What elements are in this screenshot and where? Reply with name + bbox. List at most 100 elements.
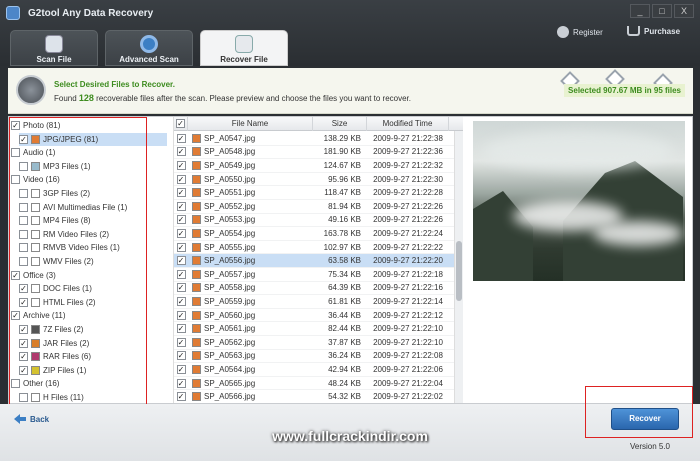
row-checkbox[interactable]: ✓ — [176, 269, 186, 279]
back-button[interactable]: Back — [14, 414, 49, 424]
tree-checkbox[interactable]: ✓ — [19, 338, 28, 348]
tree-checkbox[interactable] — [11, 148, 20, 158]
row-checkbox[interactable]: ✓ — [176, 147, 186, 157]
tree-checkbox[interactable] — [19, 393, 28, 402]
tree-category[interactable]: ✓ Archive (11) — [11, 309, 167, 322]
tree-category[interactable]: Audio (1) — [11, 146, 167, 159]
tab-scan-file[interactable]: Scan File — [10, 30, 98, 66]
tree-checkbox[interactable]: ✓ — [19, 365, 28, 375]
table-row[interactable]: ✓ SP_A0560.jpg 36.44 KB 2009-9-27 21:22:12 — [174, 309, 454, 323]
minimize-button[interactable]: _ — [630, 4, 650, 18]
table-row[interactable]: ✓ SP_A0547.jpg 138.29 KB 2009-9-27 21:22:38 — [174, 132, 454, 146]
table-row[interactable]: ✓ SP_A0562.jpg 37.87 KB 2009-9-27 21:22:10 — [174, 336, 454, 350]
table-row[interactable]: ✓ SP_A0555.jpg 102.97 KB 2009-9-27 21:22:22 — [174, 241, 454, 255]
row-checkbox[interactable]: ✓ — [176, 242, 186, 252]
tree-checkbox[interactable] — [19, 189, 28, 198]
row-checkbox[interactable]: ✓ — [176, 160, 186, 170]
table-row[interactable]: ✓ SP_A0564.jpg 42.94 KB 2009-9-27 21:22:06 — [174, 363, 454, 377]
row-checkbox[interactable]: ✓ — [176, 188, 186, 198]
row-checkbox[interactable]: ✓ — [176, 296, 186, 306]
row-checkbox[interactable]: ✓ — [176, 228, 186, 238]
tree-checkbox[interactable]: ✓ — [19, 352, 28, 362]
table-row[interactable]: ✓ SP_A0551.jpg 118.47 KB 2009-9-27 21:22:28 — [174, 186, 454, 200]
column-header-time[interactable]: Modified Time — [367, 117, 449, 131]
tree-category[interactable]: Other (16) — [11, 377, 167, 390]
tree-checkbox[interactable]: ✓ — [11, 270, 20, 280]
table-row[interactable]: ✓ SP_A0556.jpg 63.58 KB 2009-9-27 21:22:20 — [174, 254, 454, 268]
tree-item[interactable]: ✓ RAR Files (6) — [19, 350, 167, 363]
tree-item[interactable]: MP4 Files (8) — [19, 214, 167, 227]
row-checkbox[interactable]: ✓ — [176, 256, 186, 266]
tree-item[interactable]: ✓ JPG/JPEG (81) — [19, 132, 167, 146]
tree-item[interactable]: H Files (11) — [19, 391, 167, 403]
tree-item[interactable]: ✓ HTML Files (2) — [19, 296, 167, 309]
tree-item[interactable]: RM Video Files (2) — [19, 228, 167, 241]
tab-recover-file[interactable]: Recover File — [200, 30, 288, 66]
tree-checkbox[interactable]: ✓ — [11, 121, 20, 130]
table-row[interactable]: ✓ SP_A0554.jpg 163.78 KB 2009-9-27 21:22:24 — [174, 227, 454, 241]
tab-advanced-scan[interactable]: Advanced Scan — [105, 30, 193, 66]
table-row[interactable]: ✓ SP_A0549.jpg 124.67 KB 2009-9-27 21:22:32 — [174, 159, 454, 173]
row-checkbox[interactable]: ✓ — [176, 310, 186, 320]
tree-checkbox[interactable]: ✓ — [11, 311, 20, 321]
tree-checkbox[interactable]: ✓ — [19, 134, 28, 144]
tree-category[interactable]: ✓ Photo (81) — [11, 119, 167, 132]
tree-item[interactable]: RMVB Video Files (1) — [19, 241, 167, 254]
tree-checkbox[interactable] — [19, 257, 28, 266]
row-checkbox[interactable]: ✓ — [176, 364, 186, 374]
table-row[interactable]: ✓ SP_A0565.jpg 48.24 KB 2009-9-27 21:22:04 — [174, 377, 454, 391]
tree-item[interactable]: WMV Files (2) — [19, 255, 167, 268]
table-row[interactable]: ✓ SP_A0548.jpg 181.90 KB 2009-9-27 21:22:36 — [174, 146, 454, 160]
tree-category[interactable]: Video (16) — [11, 173, 167, 186]
recover-button[interactable]: Recover — [611, 408, 679, 430]
jpg-file-icon — [192, 392, 201, 402]
row-checkbox[interactable]: ✓ — [176, 324, 186, 334]
tree-checkbox[interactable] — [19, 161, 28, 171]
row-checkbox[interactable]: ✓ — [176, 215, 186, 225]
tree-item[interactable]: ✓ JAR Files (2) — [19, 337, 167, 350]
tree-item[interactable]: ✓ DOC Files (1) — [19, 282, 167, 295]
tree-item[interactable]: MP3 Files (1) — [19, 160, 167, 173]
tree-item[interactable]: ✓ ZIP Files (1) — [19, 364, 167, 377]
table-row[interactable]: ✓ SP_A0557.jpg 75.34 KB 2009-9-27 21:22:18 — [174, 268, 454, 282]
tree-checkbox[interactable] — [19, 243, 28, 253]
tree-item[interactable]: AVI Multimedias File (1) — [19, 201, 167, 214]
table-row[interactable]: ✓ SP_A0552.jpg 81.94 KB 2009-9-27 21:22:26 — [174, 200, 454, 214]
column-header-size[interactable]: Size — [313, 117, 367, 131]
tree-checkbox[interactable] — [11, 175, 20, 185]
table-row[interactable]: ✓ SP_A0553.jpg 49.16 KB 2009-9-27 21:22:26 — [174, 214, 454, 228]
tree-checkbox[interactable]: ✓ — [19, 297, 28, 307]
column-header-name[interactable]: File Name — [188, 117, 313, 131]
row-checkbox[interactable]: ✓ — [176, 337, 186, 347]
tree-item[interactable]: ✓ 7Z Files (2) — [19, 323, 167, 336]
table-row[interactable]: ✓ SP_A0559.jpg 61.81 KB 2009-9-27 21:22:14 — [174, 295, 454, 309]
tree-category[interactable]: ✓ Office (3) — [11, 269, 167, 282]
scrollbar-thumb[interactable] — [456, 241, 462, 301]
table-row[interactable]: ✓ SP_A0566.jpg 54.32 KB 2009-9-27 21:22:02 — [174, 390, 454, 403]
tree-item[interactable]: 3GP Files (2) — [19, 187, 167, 200]
tree-checkbox[interactable]: ✓ — [19, 325, 28, 334]
close-button[interactable]: X — [674, 4, 694, 18]
tree-checkbox[interactable]: ✓ — [19, 284, 28, 294]
tree-checkbox[interactable] — [19, 202, 28, 212]
maximize-button[interactable]: □ — [652, 4, 672, 18]
select-all-checkbox[interactable]: ✓ — [176, 118, 185, 128]
tree-checkbox[interactable] — [19, 216, 28, 226]
row-checkbox[interactable]: ✓ — [176, 392, 186, 402]
register-button[interactable]: Register — [557, 26, 603, 38]
row-checkbox[interactable]: ✓ — [176, 378, 186, 388]
file-size: 118.47 KB — [324, 188, 361, 198]
tree-checkbox[interactable] — [19, 229, 28, 239]
purchase-button[interactable]: Purchase — [627, 26, 680, 36]
table-row[interactable]: ✓ SP_A0550.jpg 95.96 KB 2009-9-27 21:22:30 — [174, 173, 454, 187]
tree-checkbox[interactable] — [11, 379, 20, 389]
row-checkbox[interactable]: ✓ — [176, 283, 186, 293]
table-row[interactable]: ✓ SP_A0561.jpg 82.44 KB 2009-9-27 21:22:10 — [174, 322, 454, 336]
table-scrollbar[interactable] — [454, 131, 463, 403]
table-row[interactable]: ✓ SP_A0558.jpg 64.39 KB 2009-9-27 21:22:16 — [174, 282, 454, 296]
table-row[interactable]: ✓ SP_A0563.jpg 36.24 KB 2009-9-27 21:22:08 — [174, 350, 454, 364]
row-checkbox[interactable]: ✓ — [176, 133, 186, 143]
row-checkbox[interactable]: ✓ — [176, 174, 186, 184]
row-checkbox[interactable]: ✓ — [176, 201, 186, 211]
row-checkbox[interactable]: ✓ — [176, 351, 186, 361]
